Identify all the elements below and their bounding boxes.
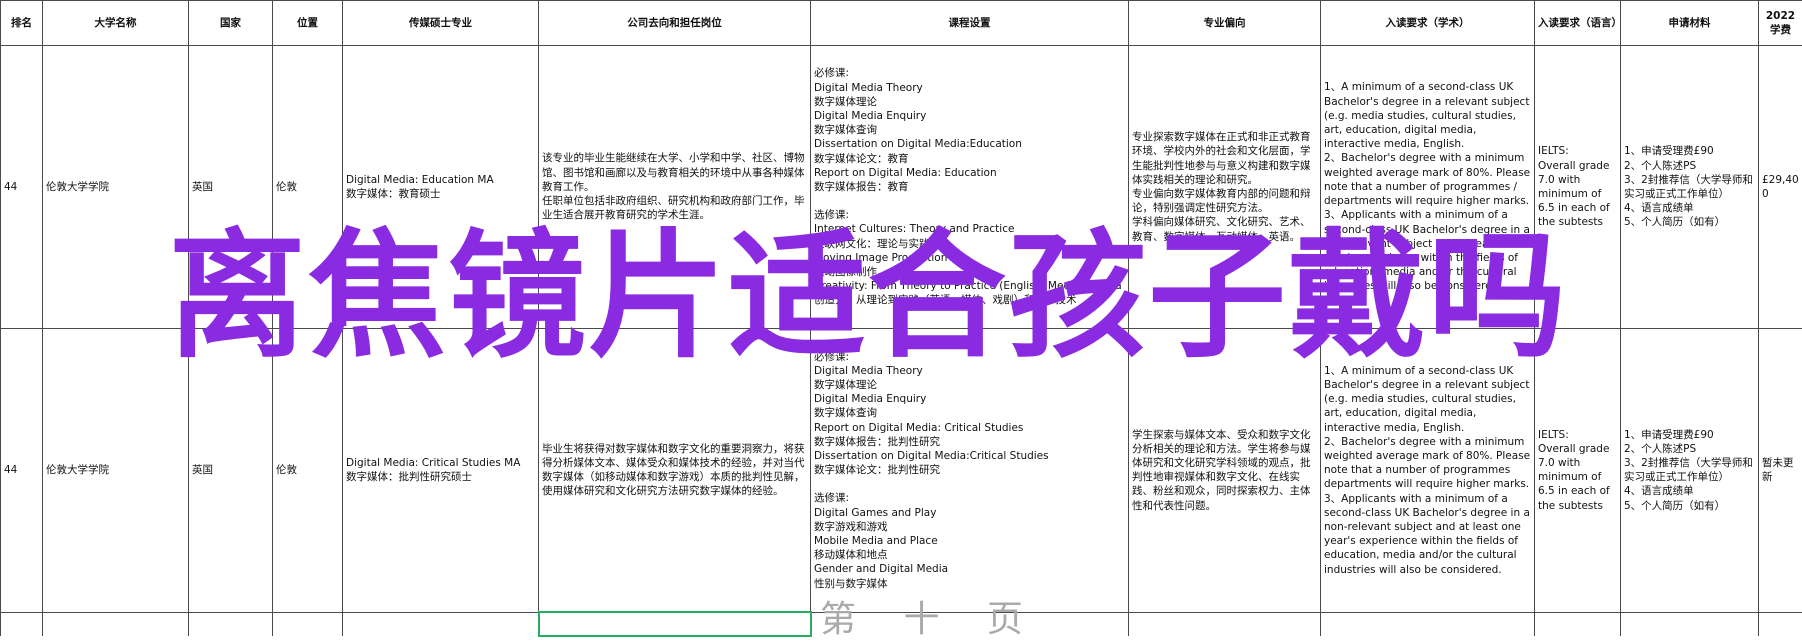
courses-line: 性别与数字媒体 [814,577,1125,591]
courses-line: Mobile Media and Place [814,534,1125,548]
cell-program[interactable]: Digital Media: Critical Studies MA数字媒体：批… [343,329,539,613]
courses-line: Creativity: From Theory to Practice (Eng… [814,279,1125,293]
cell-academic[interactable]: 1、A minimum of a second-class UK Bachelo… [1321,46,1535,329]
academic-line: 3、Applicants with a minimum of a second-… [1324,492,1531,577]
academic-line: 2、Bachelor's degree with a minimum weigh… [1324,151,1531,208]
cell-materials[interactable]: 1、申请受理费£902、个人陈述PS3、2封推荐信（大学导师和实习或正式工作单位… [1621,329,1759,613]
cell-program[interactable]: Digital Media: Education MA数字媒体：教育硕士 [343,46,539,329]
header-university[interactable]: 大学名称 [43,1,189,46]
cell-career[interactable]: 毕业生将获得对数字媒体和数字文化的重要洞察力，将获得分析媒体文本、媒体受众和媒体… [539,329,811,613]
courses-line: 数字媒体理论 [814,95,1125,109]
selected-cell[interactable] [539,612,811,636]
header-row: 排名 大学名称 国家 位置 传媒硕士专业 公司去向和担任岗位 课程设置 专业偏向… [1,1,1802,46]
header-language[interactable]: 入读要求（语言） [1535,1,1621,46]
courses-line: Report on Digital Media: Education [814,166,1125,180]
materials-line: 5、个人简历（如有） [1624,215,1755,229]
cell-rank[interactable]: 44 [1,329,43,613]
materials-line: 1、申请受理费£90 [1624,144,1755,158]
header-tuition[interactable]: 2022学费 [1759,1,1802,46]
courses-line: 数字媒体论文：批判性研究 [814,463,1125,477]
cell-career[interactable]: 该专业的毕业生能继续在大学、小学和中学、社区、博物馆、图书馆和画廊以及与教育相关… [539,46,811,329]
courses-line [814,477,1125,491]
cell-tuition[interactable]: 暂未更新 [1759,329,1802,613]
cell-location[interactable]: 伦敦 [273,329,343,613]
cell-rank[interactable]: 44 [1,46,43,329]
header-courses[interactable]: 课程设置 [811,1,1129,46]
courses-line: Gender and Digital Media [814,562,1125,576]
cell-courses[interactable]: 必修课:Digital Media Theory数字媒体理论Digital Me… [811,329,1129,613]
program-line: 数字媒体：批判性研究硕士 [346,470,535,484]
courses-line: Digital Media Theory [814,364,1125,378]
courses-line: Digital Media Enquiry [814,109,1125,123]
materials-line: 2、个人陈述PS [1624,442,1755,456]
cell-language[interactable]: IELTS: Overall grade 7.0 with minimum of… [1535,46,1621,329]
cell-academic[interactable]: 1、A minimum of a second-class UK Bachelo… [1321,329,1535,613]
courses-line: Digital Games and Play [814,506,1125,520]
faint-page-text: 第 十 页 [820,590,1041,642]
academic-line: 1、A minimum of a second-class UK Bachelo… [1324,80,1531,151]
materials-line: 3、2封推荐信（大学导师和实习或正式工作单位） [1624,173,1755,201]
courses-line: 必修课: [814,66,1125,80]
courses-line: 选修课: [814,208,1125,222]
courses-line: Moving Image Production [814,251,1125,265]
spreadsheet-table: 排名 大学名称 国家 位置 传媒硕士专业 公司去向和担任岗位 课程设置 专业偏向… [0,0,1802,637]
header-location[interactable]: 位置 [273,1,343,46]
courses-line: Dissertation on Digital Media:Education [814,137,1125,151]
courses-line: 数字游戏和游戏 [814,520,1125,534]
cell-tuition[interactable]: £29,400 [1759,46,1802,329]
courses-line: 数字媒体理论 [814,378,1125,392]
courses-line: 数字媒体查询 [814,406,1125,420]
cell-courses[interactable]: 必修课:Digital Media Theory数字媒体理论Digital Me… [811,46,1129,329]
academic-line: 3、Applicants with a minimum of a second-… [1324,208,1531,293]
materials-line: 2、个人陈述PS [1624,159,1755,173]
materials-line: 1、申请受理费£90 [1624,428,1755,442]
courses-line [814,194,1125,208]
courses-line: 创造力：从理论到实践（英语、媒体、戏剧）和数字技术 [814,293,1125,307]
cell-country[interactable]: 英国 [189,329,273,613]
materials-line: 4、语言成绩单 [1624,484,1755,498]
courses-line: 数字媒体报告：教育 [814,180,1125,194]
materials-line: 5、个人简历（如有） [1624,499,1755,513]
header-materials[interactable]: 申请材料 [1621,1,1759,46]
cell-focus[interactable]: 专业探索数字媒体在正式和非正式教育环境、学校内外的社会和文化层面，学生能批判性地… [1129,46,1321,329]
cell-university[interactable]: 伦敦大学学院 [43,46,189,329]
courses-line: Digital Media Enquiry [814,392,1125,406]
materials-line: 4、语言成绩单 [1624,201,1755,215]
header-career[interactable]: 公司去向和担任岗位 [539,1,811,46]
courses-line: 必修课: [814,350,1125,364]
courses-line: 数字媒体查询 [814,123,1125,137]
cell-university[interactable]: 伦敦大学学院 [43,329,189,613]
courses-line: 移动媒体和地点 [814,548,1125,562]
header-focus[interactable]: 专业偏向 [1129,1,1321,46]
courses-line: 互联网文化：理论与实践 [814,237,1125,251]
program-line: 数字媒体：教育硕士 [346,187,535,201]
header-academic[interactable]: 入读要求（学术） [1321,1,1535,46]
courses-line: 运动图像制作 [814,265,1125,279]
cell-materials[interactable]: 1、申请受理费£902、个人陈述PS3、2封推荐信（大学导师和实习或正式工作单位… [1621,46,1759,329]
courses-line: 数字媒体报告：批判性研究 [814,435,1125,449]
cell-country[interactable]: 英国 [189,46,273,329]
courses-line: 选修课: [814,491,1125,505]
program-line: Digital Media: Critical Studies MA [346,456,535,470]
academic-line: 1、A minimum of a second-class UK Bachelo… [1324,364,1531,435]
header-rank[interactable]: 排名 [1,1,43,46]
cell-location[interactable]: 伦敦 [273,46,343,329]
cell-language[interactable]: IELTS: Overall grade 7.0 with minimum of… [1535,329,1621,613]
table-row: 44伦敦大学学院英国伦敦Digital Media: Education MA数… [1,46,1802,329]
cell-focus[interactable]: 学生探索与媒体文本、受众和数字文化分析相关的理论和方法。学生将参与媒体研究和文化… [1129,329,1321,613]
program-line: Digital Media: Education MA [346,173,535,187]
courses-line: Dissertation on Digital Media:Critical S… [814,449,1125,463]
header-country[interactable]: 国家 [189,1,273,46]
courses-line: Internet Cultures: Theory and Practice [814,222,1125,236]
courses-line: Report on Digital Media: Critical Studie… [814,421,1125,435]
table-row: 44伦敦大学学院英国伦敦Digital Media: Critical Stud… [1,329,1802,613]
materials-line: 3、2封推荐信（大学导师和实习或正式工作单位） [1624,456,1755,484]
academic-line: 2、Bachelor's degree with a minimum weigh… [1324,435,1531,492]
courses-line: Digital Media Theory [814,81,1125,95]
courses-line: 数字媒体论文：教育 [814,152,1125,166]
header-program[interactable]: 传媒硕士专业 [343,1,539,46]
